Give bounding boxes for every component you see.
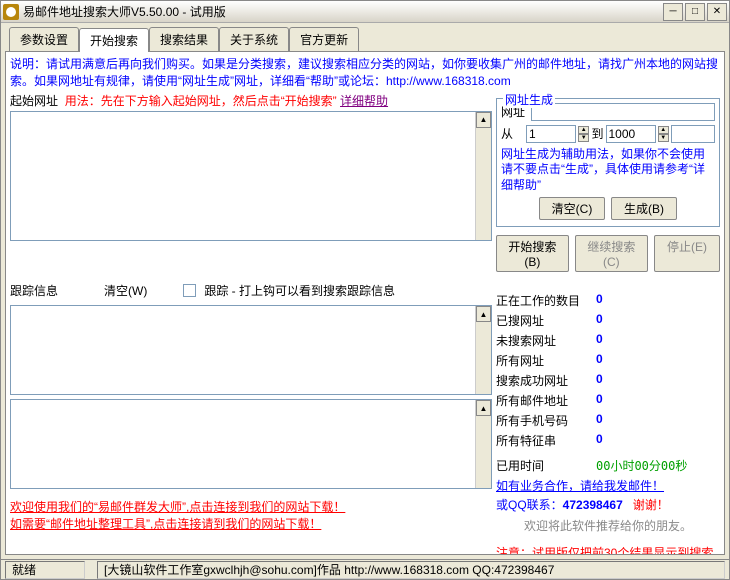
to-spin-down-icon[interactable]: ▼ [658,134,670,142]
stat-label: 所有网址 [496,352,596,369]
tab-params[interactable]: 参数设置 [9,27,79,51]
tab-about[interactable]: 关于系统 [219,27,289,51]
stat-label: 所有邮件地址 [496,392,596,409]
status-ready: 就绪 [5,561,85,579]
from-spin-up-icon[interactable]: ▲ [578,126,590,134]
stat-value: 0 [596,352,603,369]
track-textarea-1[interactable]: ▲ [10,305,492,395]
start-search-button[interactable]: 开始搜索(B) [496,235,569,272]
track-clear-link[interactable]: 清空(W) [104,282,147,299]
to-spin-up-icon[interactable]: ▲ [658,126,670,134]
close-button[interactable]: ✕ [707,3,727,21]
trial-notice: 注意：试用版仅把前30个结果显示到搜索结果中，注册版无此限制 [496,546,720,555]
stat-label: 已搜网址 [496,312,596,329]
from-spin-down-icon[interactable]: ▼ [578,134,590,142]
stats-panel: 正在工作的数目0 已搜网址0 未搜索网址0 所有网址0 搜索成功网址0 所有邮件… [496,292,720,449]
usage-hint: 用法：先在下方输入起始网址，然后点击“开始搜索” [65,92,337,109]
qq-thanks: 谢谢！ [633,498,669,512]
stat-label: 正在工作的数目 [496,292,596,309]
stat-value: 0 [596,292,603,309]
scroll-up-icon[interactable]: ▲ [476,112,491,128]
stat-label: 所有特征串 [496,432,596,449]
tab-bar: 参数设置 开始搜索 搜索结果 关于系统 官方更新 [1,23,729,51]
scrollbar[interactable]: ▲ [475,112,491,240]
url-generator-group: 网址生成 网址 从 ▲ ▼ 到 [496,98,720,228]
stat-label: 搜索成功网址 [496,372,596,389]
track-checkbox[interactable] [183,284,196,297]
promo-link-2[interactable]: 如需要“邮件地址整理工具”,点击连接请到我们的网站下载！ [10,516,492,533]
app-icon [3,4,19,20]
track-textarea-2[interactable]: ▲ [10,399,492,489]
minimize-button[interactable]: ─ [663,3,683,21]
scroll-up-icon[interactable]: ▲ [476,400,491,416]
stat-value: 0 [596,432,603,449]
status-bar: 就绪 [大镜山软件工作室gxwclhjh@sohu.com]作品 http://… [1,559,729,579]
stop-button[interactable]: 停止(E) [654,235,720,272]
scrollbar[interactable]: ▲ [475,400,491,488]
track-label: 跟踪信息 [10,282,58,299]
to-input[interactable] [606,125,656,143]
suffix-input[interactable] [671,125,715,143]
to-label: 到 [591,125,603,142]
tab-results[interactable]: 搜索结果 [149,27,219,51]
instructions-text: 说明：请试用满意后再向我们购买。如果是分类搜索，建议搜索相应分类的网站，如你要收… [10,56,720,90]
time-value: 00小时00分00秒 [596,457,687,474]
continue-search-button[interactable]: 继续搜索(C) [575,235,648,272]
time-label: 已用时间 [496,457,596,474]
stat-value: 0 [596,332,603,349]
business-link[interactable]: 如有业务合作，请给我发邮件！ [496,479,664,493]
clear-button[interactable]: 清空(C) [539,197,605,220]
scrollbar[interactable]: ▲ [475,306,491,394]
start-url-textarea[interactable]: ▲ [10,111,492,241]
window-title: 易邮件地址搜索大师V5.50.00 - 试用版 [23,3,663,20]
promo-link-1[interactable]: 欢迎使用我们的“易邮件群发大师”,点击连接到我们的网站下载！ [10,499,492,516]
stat-value: 0 [596,392,603,409]
stat-value: 0 [596,312,603,329]
stat-value: 0 [596,412,603,429]
tab-update[interactable]: 官方更新 [289,27,359,51]
from-input[interactable] [526,125,576,143]
qq-prefix: 或QQ联系： [496,498,563,512]
titlebar: 易邮件地址搜索大师V5.50.00 - 试用版 ─ □ ✕ [1,1,729,23]
from-label: 从 [501,125,524,142]
url-gen-help: 网址生成为辅助用法，如果你不会使用请不要点击“生成”，具体使用请参考“详细帮助” [501,147,715,194]
track-checkbox-label: 跟踪 - 打上钩可以看到搜索跟踪信息 [204,282,395,299]
stat-label: 所有手机号码 [496,412,596,429]
url-gen-legend: 网址生成 [503,91,555,108]
stat-label: 未搜索网址 [496,332,596,349]
recommend-text: 欢迎将此软件推荐给你的朋友。 [496,517,720,534]
start-url-label: 起始网址 [10,92,58,109]
stat-value: 0 [596,372,603,389]
scroll-up-icon[interactable]: ▲ [476,306,491,322]
status-info: [大镜山软件工作室gxwclhjh@sohu.com]作品 http://www… [97,561,725,579]
maximize-button[interactable]: □ [685,3,705,21]
detailed-help-link[interactable]: 详细帮助 [340,92,388,109]
qq-number: 472398467 [563,498,623,512]
tab-start-search[interactable]: 开始搜索 [79,28,149,52]
generate-button[interactable]: 生成(B) [611,197,677,220]
url-input[interactable] [531,103,715,121]
